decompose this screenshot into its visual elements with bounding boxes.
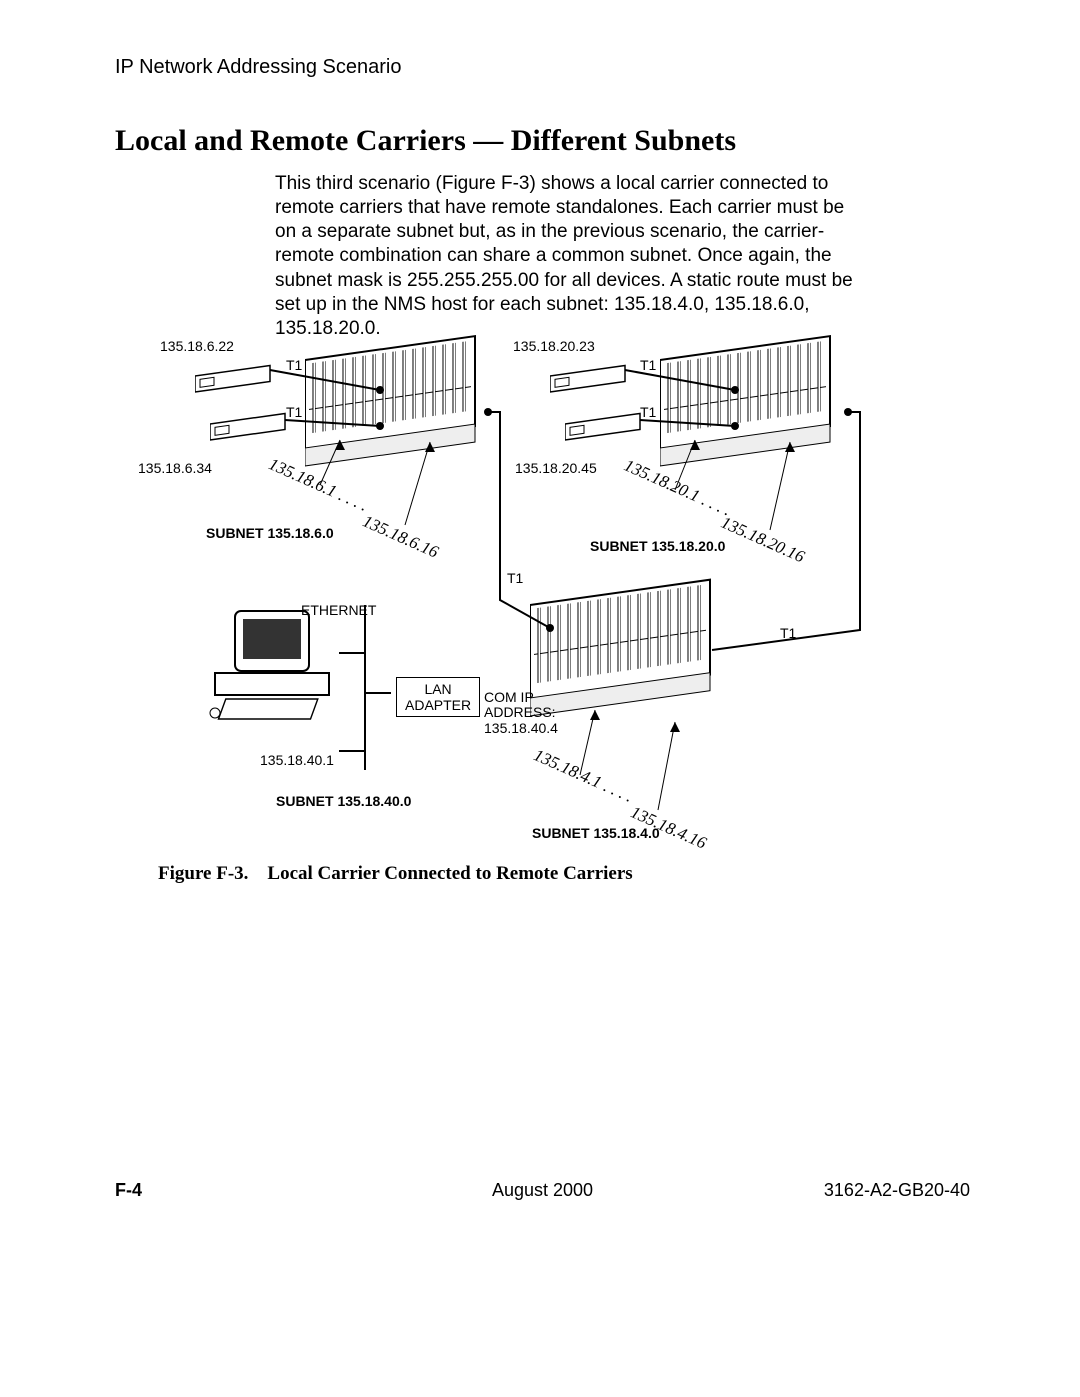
page-footer: F-4 August 2000 3162-A2-GB20-40 xyxy=(115,1180,970,1201)
subnet-label: SUBNET 135.18.6.0 xyxy=(206,525,334,541)
ethernet-tap xyxy=(365,692,391,694)
ethernet-label: ETHERNET xyxy=(301,602,376,618)
network-lines xyxy=(150,330,920,850)
body-paragraph: This third scenario (Figure F-3) shows a… xyxy=(275,172,865,341)
ethernet-bus-line xyxy=(364,605,366,770)
ip-label: 135.18.20.23 xyxy=(513,338,595,354)
t1-label: T1 xyxy=(780,625,796,641)
lan-adapter-label: LAN ADAPTER xyxy=(396,677,480,717)
ip-label: 135.18.40.1 xyxy=(260,752,334,768)
t1-label: T1 xyxy=(286,357,302,373)
subnet-label: SUBNET 135.18.20.0 xyxy=(590,538,725,554)
figure: LAN ADAPTER 135.18.6.22 135.18.6.34 135.… xyxy=(150,330,920,850)
subnet-label: SUBNET 135.18.40.0 xyxy=(276,793,411,809)
ip-label: 135.18.6.22 xyxy=(160,338,234,354)
t1-label: T1 xyxy=(507,570,523,586)
t1-label: T1 xyxy=(286,404,302,420)
figure-caption: Figure F-3. Local Carrier Connected to R… xyxy=(158,863,633,885)
running-header: IP Network Addressing Scenario xyxy=(115,56,401,79)
lan-adapter-text: LAN ADAPTER xyxy=(405,681,471,713)
footer-date: August 2000 xyxy=(115,1180,970,1201)
caption-number: Figure F-3. xyxy=(158,863,248,884)
t1-label: T1 xyxy=(640,404,656,420)
caption-title: Local Carrier Connected to Remote Carrie… xyxy=(267,863,632,884)
page: IP Network Addressing Scenario Local and… xyxy=(0,0,1080,1397)
ethernet-tap xyxy=(339,750,365,752)
section-title: Local and Remote Carriers — Different Su… xyxy=(115,124,736,158)
ip-label: 135.18.6.34 xyxy=(138,460,212,476)
ethernet-tap xyxy=(339,652,365,654)
subnet-label: SUBNET 135.18.4.0 xyxy=(532,825,660,841)
t1-label: T1 xyxy=(640,357,656,373)
com-ip-label: COM IP ADDRESS: 135.18.40.4 xyxy=(484,690,558,736)
ip-label: 135.18.20.45 xyxy=(515,460,597,476)
